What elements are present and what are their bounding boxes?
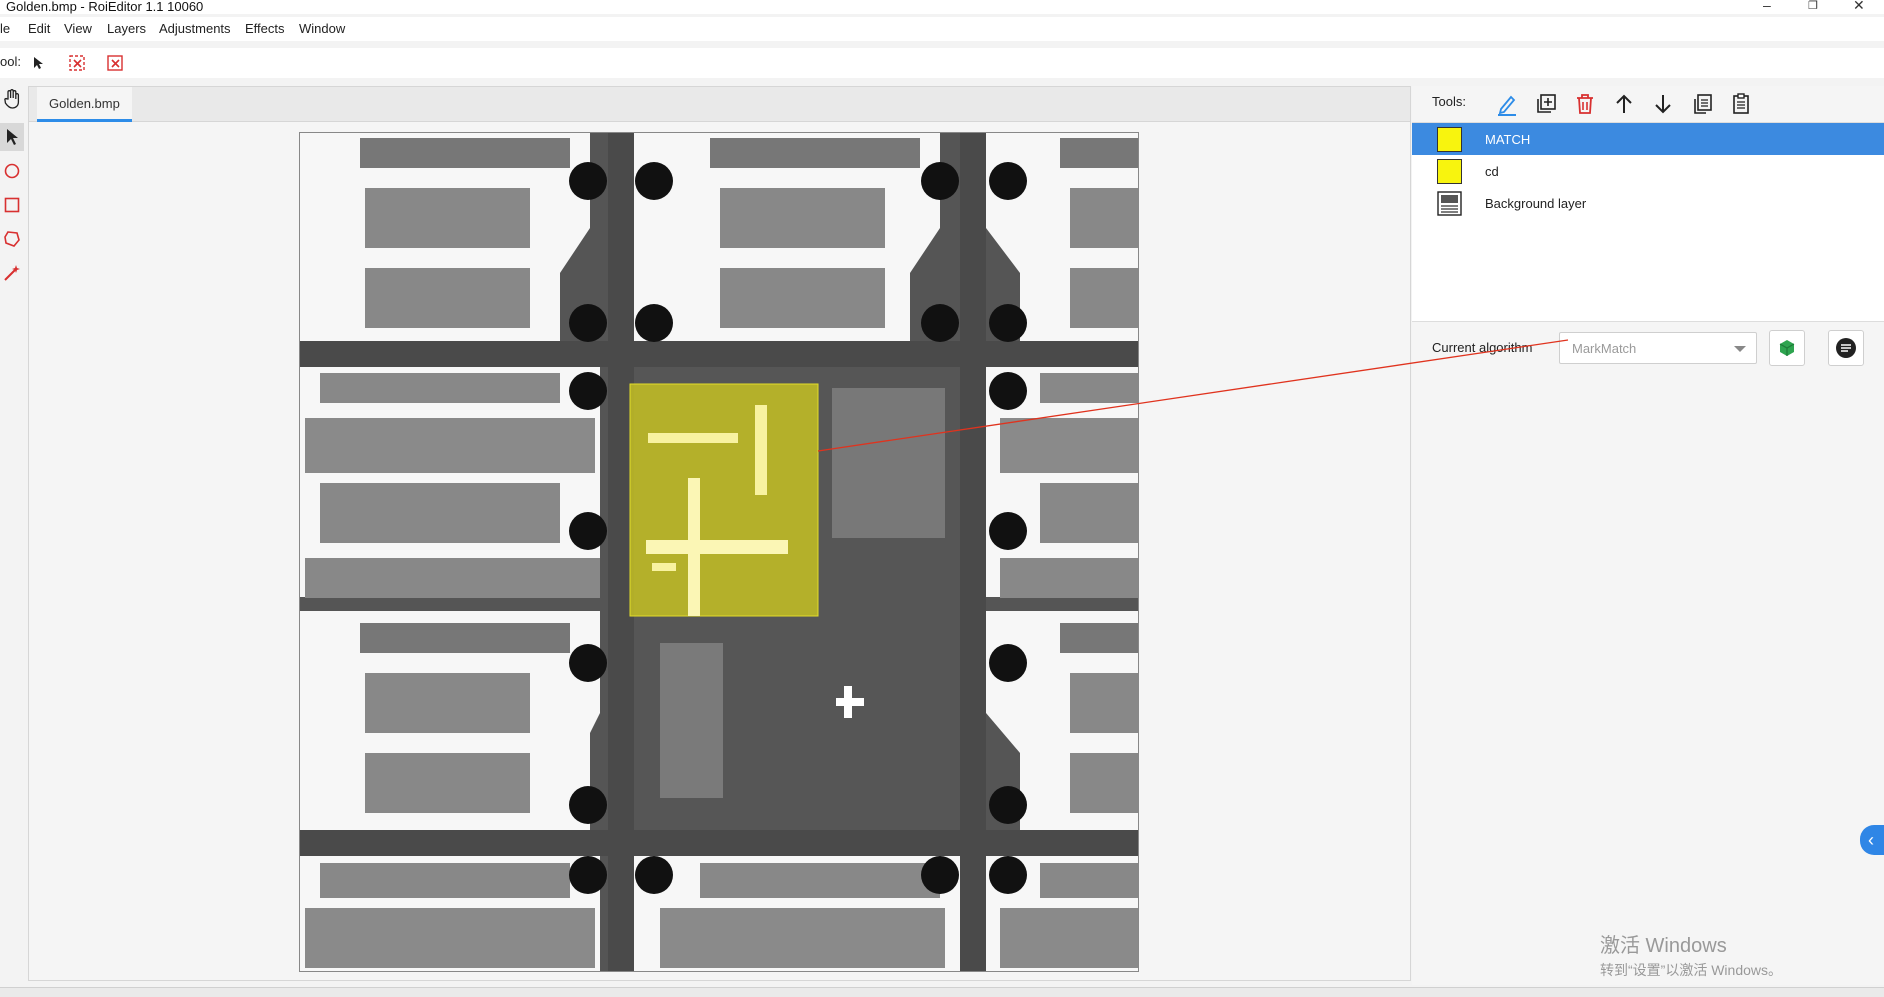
title-bar: Golden.bmp - RoiEditor 1.1 10060 – ❐ ✕ (0, 0, 1884, 14)
layer-color-swatch (1437, 158, 1462, 184)
document-tab-label: Golden.bmp (49, 95, 120, 111)
menu-adjustments[interactable]: Adjustments (159, 21, 231, 36)
select-arrow-icon[interactable] (0, 123, 24, 151)
panel-collapse-button[interactable]: ‹ (1860, 825, 1884, 855)
left-toolbox (0, 85, 26, 985)
add-layer-icon[interactable] (1531, 89, 1561, 119)
watermark-line2: 转到“设置”以激活 Windows。 (1600, 962, 1783, 978)
algorithm-value: MarkMatch (1572, 341, 1637, 356)
close-button[interactable]: ✕ (1853, 0, 1865, 14)
hand-icon[interactable] (0, 85, 24, 113)
layer-tools-row: Tools: (1412, 86, 1884, 122)
window-title: Golden.bmp - RoiEditor 1.1 10060 (6, 0, 204, 14)
tool-label: ool: (0, 54, 21, 69)
clear-all-icon[interactable] (104, 52, 126, 74)
ellipse-icon[interactable] (0, 157, 24, 185)
layers-panel: Tools: MATCH cd Background layer Current… (1412, 86, 1884, 985)
layer-list: MATCH cd Background layer (1412, 122, 1884, 322)
background-layer-icon (1437, 190, 1462, 216)
chevron-left-icon: ‹ (1868, 829, 1874, 850)
pcb-cell-low-left (300, 611, 607, 830)
menu-bar: le Edit View Layers Adjustments Effects … (0, 17, 1884, 41)
status-bar (0, 987, 1884, 997)
windows-activation-watermark: 激活 Windows 转到“设置”以激活 Windows。 (1600, 929, 1782, 980)
menu-file[interactable]: le (0, 21, 10, 36)
menu-window[interactable]: Window (299, 21, 345, 36)
menu-layers[interactable]: Layers (107, 21, 146, 36)
pen-icon[interactable] (1492, 89, 1522, 119)
pcb-image (300, 133, 1138, 971)
layer-name: Background layer (1485, 195, 1587, 211)
pcb-cell-bottom (300, 856, 1138, 971)
document-tabstrip: Golden.bmp (29, 87, 1410, 122)
menu-edit[interactable]: Edit (28, 21, 50, 36)
roi-match-region[interactable] (629, 383, 819, 617)
move-down-icon[interactable] (1648, 89, 1678, 119)
algorithm-select[interactable]: MarkMatch (1559, 332, 1757, 364)
menu-effects[interactable]: Effects (245, 21, 285, 36)
pcb-cell-mid-left (300, 367, 607, 598)
cube-button[interactable] (1769, 330, 1805, 366)
chevron-down-icon (1734, 346, 1746, 352)
document-tab[interactable]: Golden.bmp (37, 87, 132, 122)
settings-button[interactable] (1828, 330, 1864, 366)
minimize-button[interactable]: – (1763, 0, 1771, 13)
layer-name: cd (1485, 163, 1499, 179)
image-canvas[interactable] (299, 132, 1139, 972)
pcb-cell-mid-right (986, 367, 1138, 598)
polygon-icon[interactable] (0, 225, 24, 253)
maximize-button[interactable]: ❐ (1808, 0, 1818, 12)
clear-selection-icon[interactable] (66, 52, 88, 74)
pcb-cell-low-right (986, 611, 1138, 830)
paste-icon[interactable] (1726, 89, 1756, 119)
layer-item-background[interactable]: Background layer (1412, 187, 1884, 219)
toolbar: ool: (0, 48, 1884, 78)
pcb-cell-top-right (986, 133, 1138, 342)
layer-item-match[interactable]: MATCH (1412, 123, 1884, 155)
cube-icon (1779, 340, 1795, 356)
delete-icon[interactable] (1570, 89, 1600, 119)
pointer-icon[interactable] (27, 52, 49, 74)
tools-label: Tools: (1432, 94, 1466, 109)
copy-icon[interactable] (1687, 89, 1717, 119)
algorithm-label: Current algorithm (1432, 340, 1533, 355)
layer-item-cd[interactable]: cd (1412, 155, 1884, 187)
list-settings-icon (1836, 338, 1856, 358)
algorithm-row: Current algorithm MarkMatch (1412, 326, 1884, 370)
layer-name: MATCH (1485, 131, 1531, 147)
rectangle-icon[interactable] (0, 191, 24, 219)
move-up-icon[interactable] (1609, 89, 1639, 119)
document-area: Golden.bmp (28, 86, 1411, 981)
layer-color-swatch (1437, 126, 1462, 152)
watermark-line1: 激活 Windows (1600, 935, 1727, 957)
magic-wand-icon[interactable] (0, 259, 24, 287)
menu-view[interactable]: View (64, 21, 92, 36)
